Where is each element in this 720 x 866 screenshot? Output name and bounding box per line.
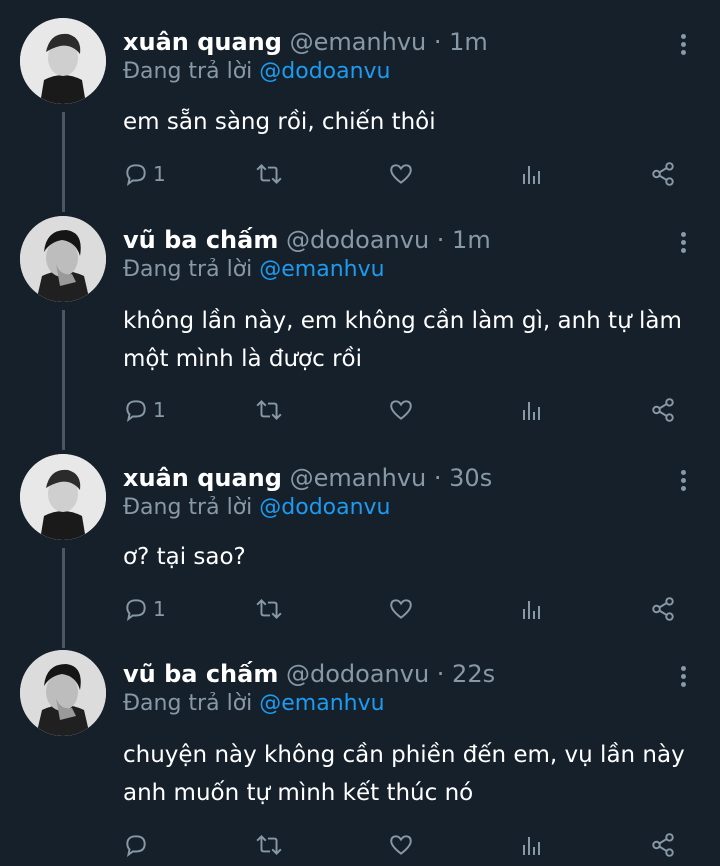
replying-to-label: Đang trả lời [123,495,260,520]
display-name[interactable]: xuân quang [123,28,282,56]
share-icon [652,398,674,422]
retweet-icon [256,835,282,855]
share-button[interactable] [650,594,676,624]
replying-to-label: Đang trả lời [123,257,260,282]
retweet-button[interactable] [255,830,283,860]
retweet-icon [256,599,282,619]
more-icon[interactable] [676,232,690,256]
heart-icon [390,835,412,855]
heart-icon [390,599,412,619]
tweet[interactable]: xuân quang @emanhvu · 1m Đang trả lời @d… [0,18,720,208]
share-icon [652,597,674,621]
replying-to: Đang trả lời @dodoanvu [123,57,391,87]
analytics-icon [523,601,540,619]
mention-link[interactable]: @emanhvu [259,691,384,716]
share-icon [652,833,674,857]
like-button[interactable] [387,395,415,425]
reply-button[interactable] [123,830,153,860]
reply-icon [126,400,146,423]
display-name[interactable]: xuân quang [123,464,282,492]
share-button[interactable] [650,159,676,189]
retweet-icon [256,164,282,184]
timestamp[interactable]: · 1m [437,226,491,254]
replying-to: Đang trả lời @emanhvu [123,255,385,285]
replying-to-label: Đang trả lời [123,691,260,716]
retweet-button[interactable] [255,159,283,189]
avatar[interactable] [20,650,106,736]
handle[interactable]: @dodoanvu [286,226,429,254]
mention-link[interactable]: @dodoanvu [259,495,390,520]
tweet-text: em sẵn sàng rồi, chiến thôi [123,109,436,135]
tweet-text: chuyện này không cần phiền đến em, vụ lầ… [123,742,685,806]
retweet-button[interactable] [255,594,283,624]
tweet[interactable]: vũ ba chấm @dodoanvu · 1m Đang trả lời @… [0,216,720,446]
analytics-icon [523,837,540,855]
tweet-header: xuân quang @emanhvu · 1m [123,26,488,58]
more-icon[interactable] [676,470,690,494]
tweet-actions: 1 [0,395,720,425]
share-button[interactable] [650,830,676,860]
reply-count: 1 [153,398,166,422]
reply-button[interactable]: 1 [123,159,166,189]
timestamp[interactable]: · 30s [434,464,492,492]
tweet[interactable]: vũ ba chấm @dodoanvu · 22s Đang trả lời … [0,650,720,866]
analytics-button[interactable] [520,830,544,860]
more-icon[interactable] [676,666,690,690]
retweet-icon [256,400,282,420]
share-button[interactable] [650,395,676,425]
tweet-header: xuân quang @emanhvu · 30s [123,462,492,494]
tweet-header: vũ ba chấm @dodoanvu · 22s [123,658,495,690]
display-name[interactable]: vũ ba chấm [123,660,278,688]
analytics-icon [523,166,540,184]
timestamp[interactable]: · 1m [434,28,488,56]
mention-link[interactable]: @dodoanvu [259,59,390,84]
tweet-actions [0,830,720,860]
heart-icon [390,400,412,420]
analytics-button[interactable] [520,594,544,624]
more-icon[interactable] [676,34,690,58]
avatar[interactable] [20,18,106,104]
analytics-icon [523,402,540,420]
like-button[interactable] [387,830,415,860]
replying-to-label: Đang trả lời [123,59,260,84]
reply-button[interactable]: 1 [123,594,166,624]
analytics-button[interactable] [520,159,544,189]
like-button[interactable] [387,594,415,624]
reply-icon [126,164,146,187]
reply-icon [126,835,146,858]
timestamp[interactable]: · 22s [437,660,495,688]
like-button[interactable] [387,159,415,189]
display-name[interactable]: vũ ba chấm [123,226,278,254]
share-icon [652,162,674,186]
tweet-text: không lần này, em không cần làm gì, anh … [123,308,682,372]
reply-icon [126,599,146,622]
avatar[interactable] [20,216,106,302]
reply-count: 1 [153,597,166,621]
replying-to: Đang trả lời @dodoanvu [123,493,391,523]
heart-icon [390,164,412,184]
replying-to: Đang trả lời @emanhvu [123,689,385,719]
analytics-button[interactable] [520,395,544,425]
tweet-actions: 1 [0,159,720,189]
handle[interactable]: @emanhvu [290,464,427,492]
tweet-actions: 1 [0,594,720,624]
handle[interactable]: @emanhvu [290,28,427,56]
tweet[interactable]: xuân quang @emanhvu · 30s Đang trả lời @… [0,454,720,644]
retweet-button[interactable] [255,395,283,425]
mention-link[interactable]: @emanhvu [259,257,384,282]
tweet-text: ơ? tại sao? [123,544,246,570]
avatar[interactable] [20,454,106,540]
tweet-header: vũ ba chấm @dodoanvu · 1m [123,224,491,256]
handle[interactable]: @dodoanvu [286,660,429,688]
reply-count: 1 [153,162,166,186]
reply-button[interactable]: 1 [123,395,166,425]
